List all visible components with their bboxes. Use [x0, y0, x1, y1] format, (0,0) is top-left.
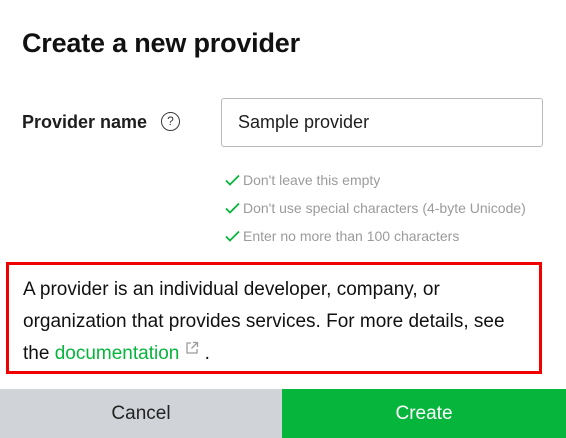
dialog-footer: Cancel Create: [0, 389, 566, 438]
validation-rule-text: Don't use special characters (4-byte Uni…: [243, 200, 526, 216]
validation-rule-text: Enter no more than 100 characters: [243, 228, 460, 244]
provider-name-input[interactable]: [221, 98, 543, 147]
create-button[interactable]: Create: [282, 389, 566, 438]
provider-info-box: A provider is an individual developer, c…: [6, 262, 542, 374]
validation-rule: Don't leave this empty: [224, 166, 526, 194]
dialog-title: Create a new provider: [22, 28, 300, 58]
validation-rule: Enter no more than 100 characters: [224, 222, 526, 250]
info-line: organization that provides services. For…: [23, 311, 505, 332]
provider-name-label: Provider name: [22, 112, 148, 132]
validation-rules: Don't leave this empty Don't use special…: [224, 166, 526, 250]
info-line: A provider is an individual developer, c…: [23, 279, 440, 300]
check-icon: [225, 174, 240, 186]
check-icon: [225, 202, 240, 214]
validation-rule: Don't use special characters (4-byte Uni…: [224, 194, 526, 222]
check-icon: [225, 230, 240, 242]
create-provider-dialog: Create a new provider Provider name ? Do…: [0, 0, 566, 438]
cancel-button[interactable]: Cancel: [0, 389, 282, 438]
external-link-icon[interactable]: [185, 341, 199, 355]
info-line: the documentation .: [23, 338, 525, 370]
info-text: .: [199, 343, 210, 364]
help-circle-icon[interactable]: ?: [161, 112, 180, 131]
documentation-link-text[interactable]: documentation: [55, 343, 180, 364]
validation-rule-text: Don't leave this empty: [243, 172, 381, 188]
documentation-link[interactable]: documentation: [55, 341, 200, 364]
info-text: the: [23, 343, 55, 364]
